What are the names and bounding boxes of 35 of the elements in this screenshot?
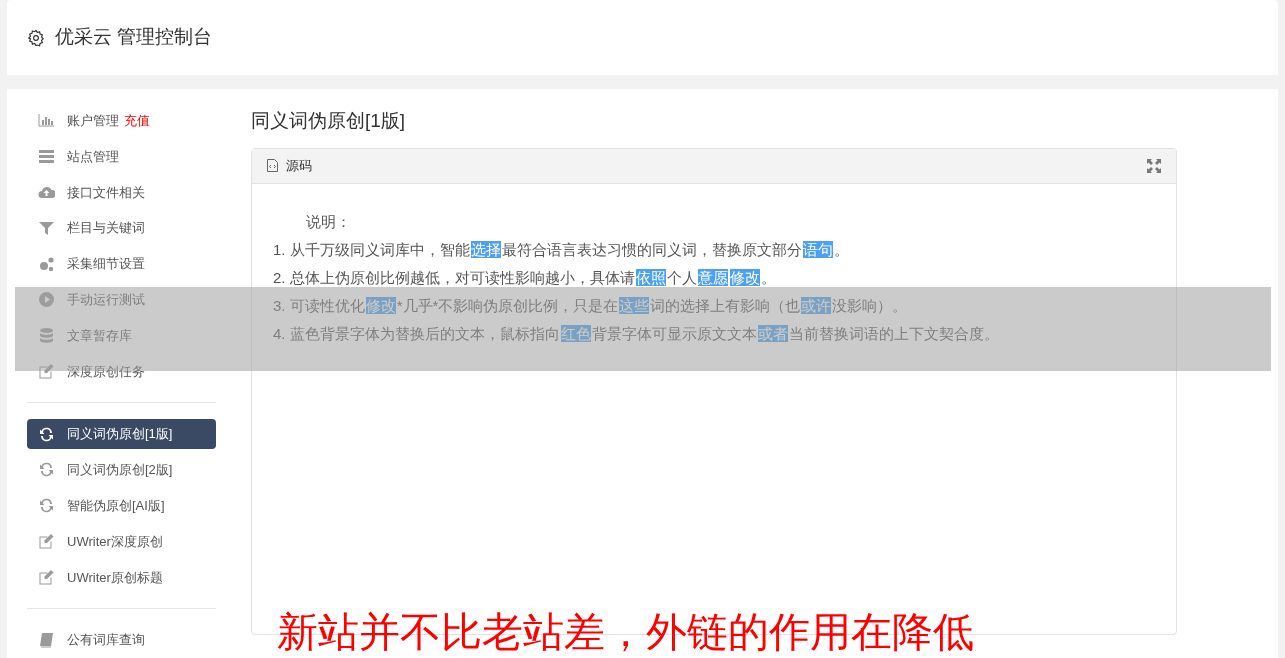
edit-icon (38, 362, 55, 380)
note-line: 2. 总体上伪原创比例越低，对可读性影响越小，具体请依照个人意愿修改。 (273, 267, 776, 288)
sidebar-item[interactable]: UWriter深度原创 (27, 523, 216, 560)
chart-icon (38, 112, 55, 130)
play-icon (38, 291, 55, 309)
edit-icon (38, 568, 55, 586)
sidebar-item[interactable]: 同义词伪原创[1版] (27, 419, 216, 450)
note-line: 3. 可读性优化修改*几乎*不影响伪原创比例，只是在这些词的选择上有影响（也或许没影响）。 (273, 295, 908, 316)
server-icon (38, 148, 55, 166)
sidebar-item[interactable]: 同义词伪原创[2版] (27, 452, 216, 488)
filter-icon (38, 219, 55, 237)
book-icon (38, 631, 55, 649)
caption-text: 新站并不比老站差，外链的作用在降低 (277, 608, 974, 657)
sidebar-item[interactable]: 站点管理 (27, 138, 216, 175)
edit-icon (38, 533, 55, 550)
sidebar-item[interactable]: 智能伪原创[AI版] (27, 487, 216, 524)
note-line: 4. 蓝色背景字体为替换后的文本，鼠标指向红色背景字体可显示原文文本或者当前替换词语的上下文契合度。 (273, 323, 999, 344)
database-icon (38, 327, 55, 345)
sidebar-item[interactable]: 采集细节设置 (27, 246, 216, 282)
sidebar-item[interactable]: 接口文件相关 (27, 174, 216, 211)
refresh-icon (38, 497, 55, 515)
fullscreen-icon[interactable] (1147, 158, 1161, 173)
sidebar-item[interactable]: UWriter原创标题 (27, 559, 216, 596)
refresh-icon (38, 425, 55, 443)
refresh-icon (38, 461, 55, 479)
source-tab[interactable]: 源码 (286, 155, 312, 176)
console-title: 优采云 管理控制台 (55, 25, 213, 50)
sidebar-item[interactable]: 栏目与关键词 (27, 210, 216, 247)
code-file-icon (267, 159, 278, 172)
sidebar-item[interactable]: 公有词库查询 (27, 622, 216, 658)
page-title: 同义词伪原创[1版] (251, 109, 407, 133)
settings-icon (27, 28, 45, 47)
note-line: 1. 从千万级同义词库中，智能选择最符合语言表达习惯的同义词，替换原文部分语句。 (273, 239, 849, 260)
sidebar-item[interactable]: 账户管理 充值 (27, 103, 216, 139)
note-heading: 说明： (305, 211, 352, 232)
